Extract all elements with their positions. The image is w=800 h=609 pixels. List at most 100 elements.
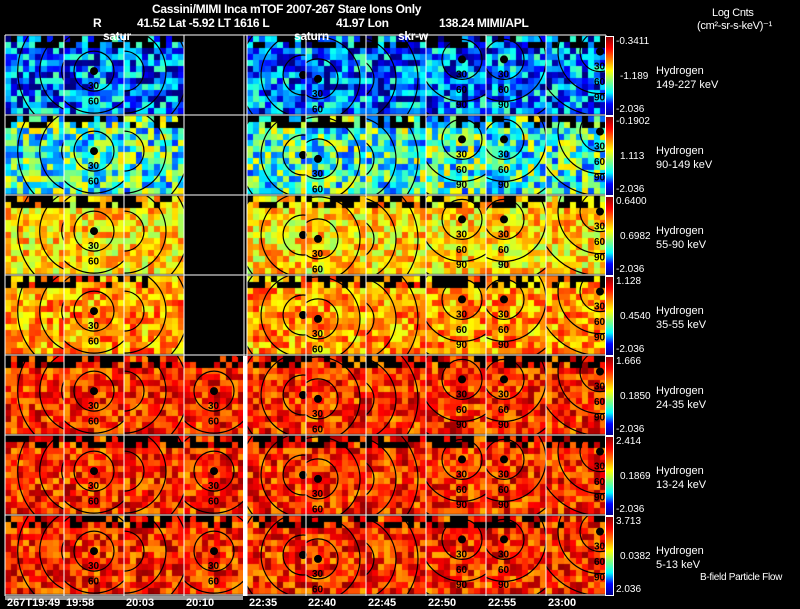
contour-label: 90: [456, 500, 468, 511]
colorbar-mid: 0.1869: [620, 471, 651, 482]
contour-label: 60: [456, 325, 468, 336]
contour-label: 60: [456, 85, 468, 96]
colorbar-min: -2.036: [616, 184, 645, 195]
contour-label: 60: [88, 337, 100, 348]
contour-label: 30: [88, 401, 100, 412]
contour-label: 30: [456, 229, 468, 240]
saturn-marker: [500, 135, 508, 144]
colorbar-min: -2.036: [616, 424, 645, 435]
colorbar-min: 2.036: [616, 584, 642, 595]
contour-label: 90: [498, 260, 510, 271]
contour-label: 60: [594, 477, 606, 488]
contour-line: [400, 516, 419, 594]
saturn-marker: [500, 375, 508, 384]
contour-label: 30: [456, 389, 468, 400]
contour-line: [366, 542, 375, 576]
contour-line: [366, 438, 397, 514]
contour-label: 90: [498, 180, 510, 191]
contour-line: [39, 196, 64, 270]
colorbar-mid: 0.1850: [620, 391, 651, 402]
contour-label: 60: [88, 577, 100, 588]
colorbar-mid: -1.189: [620, 71, 649, 82]
contour-line: [17, 116, 36, 194]
row-label: Hydrogen 35-55 keV: [656, 304, 706, 332]
contour-label: 30: [312, 329, 324, 340]
saturn-marker: [458, 455, 466, 464]
contour-line: [400, 116, 419, 194]
contour-label: 60: [594, 157, 606, 168]
contour-label: 60: [594, 557, 606, 568]
species: Hydrogen: [656, 385, 704, 397]
overlay-label: satur: [103, 29, 131, 43]
colorbar: [605, 276, 614, 356]
contour-label: 60: [456, 245, 468, 256]
contour-label: 90: [498, 420, 510, 431]
saturn-marker: [90, 387, 98, 396]
colorbar-max: -0.3411: [616, 36, 650, 47]
saturn-marker: [314, 554, 322, 563]
contour-line: [366, 198, 397, 274]
saturn-marker: [500, 535, 508, 544]
contour-label: 30: [498, 229, 510, 240]
colorbar-mid: 0.0382: [620, 551, 651, 562]
contour-label: 60: [594, 397, 606, 408]
saturn-marker: [458, 215, 466, 224]
colorbar-max: 0.6400: [616, 196, 647, 207]
contour-line: [366, 62, 375, 96]
contour-line: [366, 382, 375, 416]
contour-label: 30: [594, 302, 606, 313]
contour-label: 60: [498, 405, 510, 416]
contour-line: [39, 276, 64, 350]
colorbar: [605, 196, 614, 276]
contour-line: [366, 518, 397, 594]
contour-label: 90: [594, 492, 606, 503]
contour-label: 30: [456, 549, 468, 560]
contour-label: 30: [208, 401, 220, 412]
energy-range: 24-35 keV: [656, 399, 707, 411]
contour-label: 90: [498, 100, 510, 111]
colorbar-max: 2.414: [616, 436, 642, 447]
contour-label: 30: [208, 481, 220, 492]
contour-label: 30: [88, 241, 100, 252]
contour-line: [400, 356, 419, 434]
time-label: 19:58: [66, 597, 95, 609]
contour-label: 60: [312, 504, 324, 515]
colorbar-min: -2.036: [616, 104, 645, 115]
contour-label: 30: [594, 222, 606, 233]
energy-range: 13-24 keV: [656, 479, 707, 491]
saturn-marker: [458, 535, 466, 544]
contour-label: 90: [456, 100, 468, 111]
saturn-marker: [314, 474, 322, 483]
contour-label: 30: [208, 561, 220, 572]
saturn-marker: [458, 135, 466, 144]
contour-label: 90: [456, 260, 468, 271]
contour-label: 60: [88, 97, 100, 108]
time-label: 23:00: [548, 597, 577, 609]
contour-label: 30: [312, 569, 324, 580]
species: Hydrogen: [656, 465, 704, 477]
contour-label: 60: [456, 565, 468, 576]
species: Hydrogen: [656, 145, 704, 157]
time-label: 20:03: [126, 597, 155, 609]
contour-label: 60: [88, 177, 100, 188]
contour-line: [400, 436, 419, 514]
contour-label: 60: [312, 584, 324, 595]
time-label: 22:55: [488, 597, 517, 609]
saturn-marker: [596, 447, 604, 456]
contour-line: [39, 356, 64, 430]
contour-label: 30: [498, 469, 510, 480]
contour-label: 60: [498, 325, 510, 336]
time-label: 22:40: [308, 597, 337, 609]
saturn-marker: [596, 207, 604, 216]
saturn-marker: [314, 154, 322, 163]
saturn-marker: [90, 467, 98, 476]
saturn-marker: [596, 527, 604, 536]
contour-line: [39, 436, 64, 510]
colorbar: [605, 436, 614, 516]
saturn-marker: [458, 295, 466, 304]
contour-label: 90: [498, 500, 510, 511]
group-separator: [243, 356, 247, 596]
footer-note: B-field Particle Flow: [700, 572, 783, 583]
contour-label: 60: [498, 85, 510, 96]
contour-label: 30: [498, 149, 510, 160]
